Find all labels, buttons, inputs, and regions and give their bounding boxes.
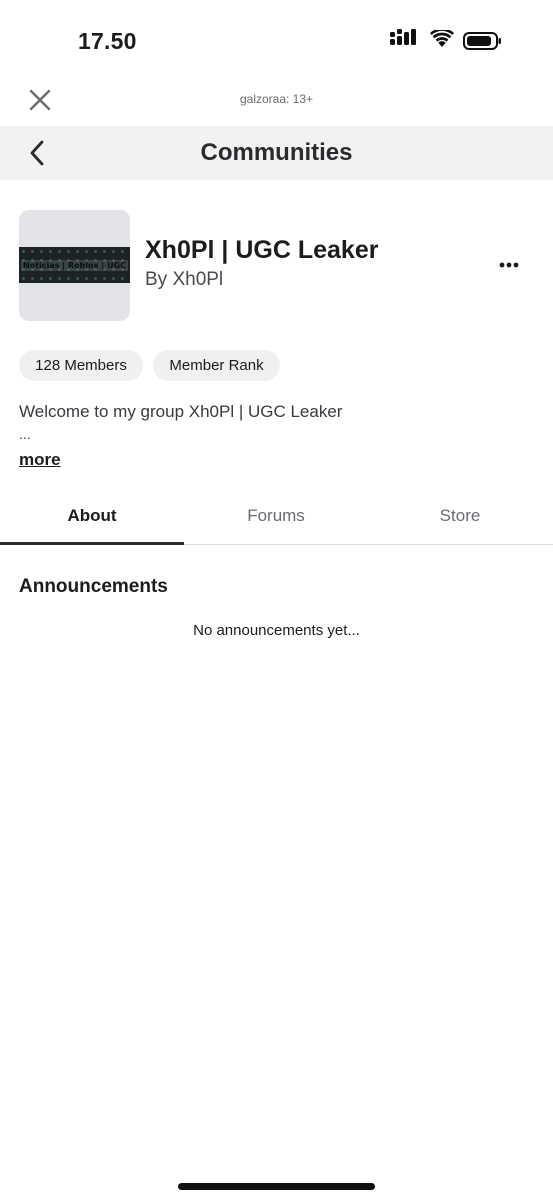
- group-thumbnail[interactable]: Noticias | Roblox | UGC: [19, 210, 130, 321]
- active-tab-indicator: [0, 542, 184, 545]
- more-horizontal-icon: [499, 262, 519, 268]
- nav-bar: Communities: [0, 126, 553, 180]
- banner-text: Noticias | Roblox | UGC: [20, 259, 129, 271]
- tab-about[interactable]: About: [0, 488, 184, 544]
- account-age-label: galzoraa: 13+: [239, 92, 314, 106]
- more-link[interactable]: more: [19, 450, 61, 470]
- announcements-title: Announcements: [19, 576, 168, 597]
- cellular-signal-icon: [390, 29, 416, 45]
- status-bar: 17.50: [0, 0, 553, 78]
- group-owner[interactable]: By Xh0Pl: [145, 269, 223, 291]
- group-name: Xh0Pl | UGC Leaker: [145, 236, 379, 264]
- members-chip[interactable]: 128 Members: [19, 350, 143, 381]
- home-indicator[interactable]: [178, 1183, 375, 1190]
- group-description: Welcome to my group Xh0Pl | UGC Leaker: [19, 402, 343, 421]
- tab-forums[interactable]: Forums: [184, 488, 368, 544]
- top-row: galzoraa: 13+: [0, 78, 553, 126]
- page-title: Communities: [200, 139, 353, 166]
- wifi-icon: [430, 30, 454, 47]
- battery-icon: [463, 32, 501, 50]
- group-banner-image: Noticias | Roblox | UGC: [19, 247, 130, 283]
- more-options-button[interactable]: [494, 254, 524, 276]
- tab-bar: About Forums Store: [0, 488, 553, 545]
- tab-store[interactable]: Store: [368, 488, 552, 544]
- status-time: 17.50: [78, 28, 137, 54]
- member-rank-chip[interactable]: Member Rank: [153, 350, 280, 381]
- announcements-empty-text: No announcements yet...: [193, 622, 360, 639]
- description-ellipsis: ...: [19, 426, 31, 442]
